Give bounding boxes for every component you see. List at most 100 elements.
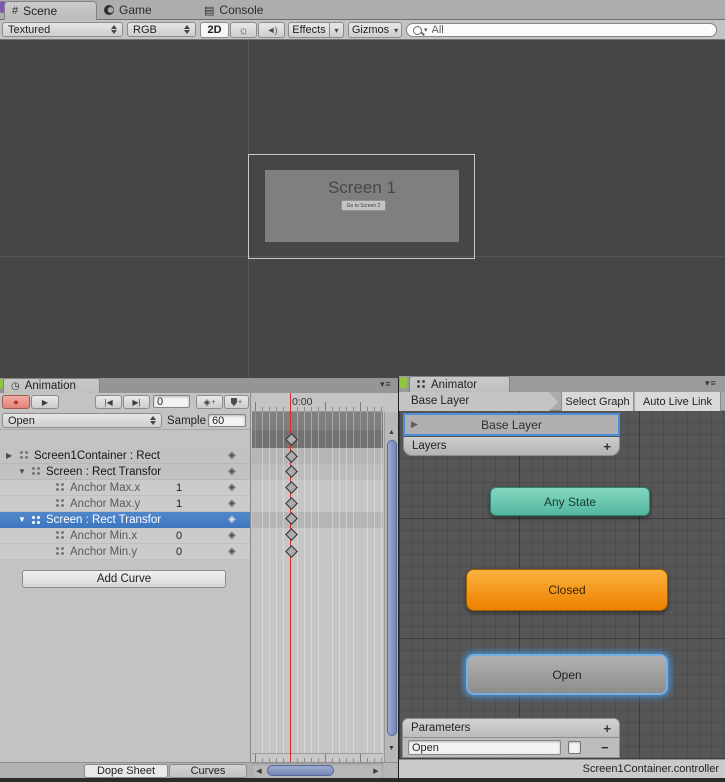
foldout-open-icon[interactable]: ▼ — [18, 468, 26, 476]
parameter-name-field[interactable] — [408, 740, 561, 755]
plus-icon: + — [211, 399, 215, 406]
anim-row-anchor-max-x[interactable]: Anchor Max.x 1 ◈ — [0, 480, 250, 496]
render-mode-dropdown[interactable]: RGB — [127, 22, 196, 37]
tab-console[interactable]: ▤ Console — [204, 0, 263, 20]
record-button[interactable]: ● — [2, 395, 30, 409]
timeline-vertical-scrollbar[interactable]: ▲ ▼ — [384, 412, 398, 762]
tab-animator[interactable]: Animator — [409, 376, 510, 392]
event-marker-icon — [231, 398, 237, 406]
timeline-horizontal-scrollbar[interactable]: ◀ ▶ — [252, 763, 383, 779]
vertical-scroll-thumb[interactable] — [387, 440, 397, 736]
draw-mode-dropdown[interactable]: Textured — [2, 22, 123, 37]
anim-row-anchor-min-x[interactable]: Anchor Min.x 0 ◈ — [0, 528, 250, 544]
horizontal-scroll-thumb[interactable] — [267, 765, 334, 776]
keyframe-diamond-icon[interactable]: ◈ — [228, 451, 236, 461]
parameters-header[interactable]: Parameters + — [402, 718, 620, 738]
keyframe-diamond-icon[interactable]: ◈ — [228, 547, 236, 557]
scroll-down-button[interactable]: ▼ — [385, 742, 398, 754]
anim-row-label: Screen : Rect Transfor — [46, 514, 161, 526]
dope-sheet-button[interactable]: Dope Sheet — [84, 764, 168, 778]
animation-panel-menu-button[interactable]: ▾ ≡ — [380, 380, 391, 389]
scroll-up-icon: ▲ — [388, 429, 395, 436]
sample-input[interactable] — [209, 415, 245, 427]
timeline-grid[interactable] — [252, 412, 383, 753]
toggle-2d-button[interactable]: 2D — [200, 22, 229, 38]
anim-row-screen-rect-2-selected[interactable]: ▼ Screen : Rect Transfor ◈ — [0, 512, 250, 528]
state-open-selected[interactable]: Open — [466, 654, 668, 695]
add-parameter-button[interactable]: + — [603, 721, 611, 736]
layer-row-base-layer-selected[interactable]: ▶ Base Layer — [403, 413, 620, 436]
ruler-time-label: 0:00 — [292, 396, 312, 408]
keyframe-diamond-icon[interactable]: ◈ — [228, 531, 236, 541]
play-icon: ▶ — [42, 398, 48, 407]
game-icon — [104, 5, 114, 15]
state-any-state[interactable]: Any State — [490, 487, 650, 516]
caret-down-icon: ▾ — [394, 26, 398, 35]
animator-panel-menu-button[interactable]: ▾ ≡ — [705, 379, 716, 388]
controller-path-label: Screen1Container.controller — [583, 763, 719, 775]
play-button[interactable]: ▶ — [31, 395, 59, 409]
effects-dropdown-button[interactable]: ▾ — [330, 22, 344, 38]
toggle-2d-label: 2D — [207, 24, 221, 36]
scroll-right-button[interactable]: ▶ — [371, 765, 381, 777]
tab-game-label: Game — [119, 3, 152, 17]
prev-key-button[interactable]: |◀ — [95, 395, 122, 409]
anim-row-anchor-max-y[interactable]: Anchor Max.y 1 ◈ — [0, 496, 250, 512]
curves-button[interactable]: Curves — [169, 764, 247, 778]
parameter-name-input[interactable] — [409, 742, 560, 754]
breadcrumb-base-layer[interactable]: Base Layer — [399, 392, 549, 411]
frame-field[interactable] — [153, 395, 190, 408]
keyframe-diamond-icon[interactable]: ◈ — [228, 515, 236, 525]
clip-dropdown[interactable]: Open — [2, 413, 162, 428]
layers-header-row[interactable]: Layers + — [403, 437, 620, 456]
audio-toggle-button[interactable]: ◄) — [258, 22, 285, 38]
scene-search-field[interactable]: ▾ — [406, 23, 717, 37]
rect-transform-icon — [32, 467, 41, 476]
grid-icon: # — [12, 5, 18, 17]
tab-animation[interactable]: ◷ Animation — [3, 378, 100, 393]
keyframe-diamond-icon[interactable]: ◈ — [228, 499, 236, 509]
parameter-bool-checkbox[interactable] — [568, 741, 581, 754]
auto-live-link-button[interactable]: Auto Live Link — [635, 392, 721, 411]
scroll-left-button[interactable]: ◀ — [254, 765, 264, 777]
add-keyframe-button[interactable]: ◈ + — [196, 395, 223, 409]
gizmos-label: Gizmos — [352, 24, 389, 36]
keyframe-diamond-icon[interactable]: ◈ — [228, 467, 236, 477]
property-icon — [56, 531, 65, 540]
timeline-divider[interactable] — [250, 393, 251, 762]
state-closed[interactable]: Closed — [466, 569, 668, 611]
frame-input[interactable] — [154, 396, 189, 408]
speaker-icon: ◄) — [267, 25, 277, 35]
scene-view-panel: # Scene Game ▤ Console Textured RGB — [0, 0, 725, 378]
remove-parameter-button[interactable]: − — [601, 740, 609, 755]
sample-field[interactable] — [208, 414, 246, 427]
tab-scene[interactable]: # Scene — [4, 1, 97, 20]
anim-row-label: Screen1Container : Rect — [34, 450, 160, 462]
playhead-line[interactable] — [290, 393, 291, 762]
next-key-button[interactable]: ▶| — [123, 395, 150, 409]
goto-screen2-button[interactable]: Go to Screen 2 — [341, 200, 386, 211]
effects-button[interactable]: Effects — [288, 22, 330, 38]
anim-row-anchor-min-y[interactable]: Anchor Min.y 0 ◈ — [0, 544, 250, 560]
anim-row-screen-rect-1[interactable]: ▼ Screen : Rect Transfor ◈ — [0, 464, 250, 480]
scene-viewport[interactable]: Screen 1 Go to Screen 2 — [0, 40, 725, 378]
search-input[interactable] — [430, 24, 710, 36]
scroll-up-button[interactable]: ▲ — [385, 426, 398, 438]
lighting-toggle-button[interactable]: ☼ — [230, 22, 257, 38]
timeline-ruler[interactable]: 0:00 — [252, 393, 383, 412]
timeline-mini-ruler[interactable] — [252, 753, 383, 762]
add-event-button[interactable]: + — [224, 395, 249, 409]
anim-row-screen1container[interactable]: ▶ Screen1Container : Rect ◈ — [0, 448, 250, 464]
foldout-closed-icon[interactable]: ▶ — [6, 452, 12, 460]
gizmos-dropdown[interactable]: Gizmos ▾ — [348, 22, 402, 38]
screen1-ui-panel: Screen 1 Go to Screen 2 — [265, 170, 459, 242]
rect-transform-icon — [32, 516, 41, 525]
foldout-open-icon[interactable]: ▼ — [18, 516, 26, 524]
add-layer-button[interactable]: + — [603, 439, 611, 454]
add-curve-button[interactable]: Add Curve — [22, 570, 226, 588]
add-curve-label: Add Curve — [97, 573, 151, 585]
console-icon: ▤ — [204, 4, 214, 17]
tab-game[interactable]: Game — [104, 0, 152, 20]
select-graph-button[interactable]: Select Graph — [561, 392, 634, 411]
keyframe-diamond-icon[interactable]: ◈ — [228, 483, 236, 493]
